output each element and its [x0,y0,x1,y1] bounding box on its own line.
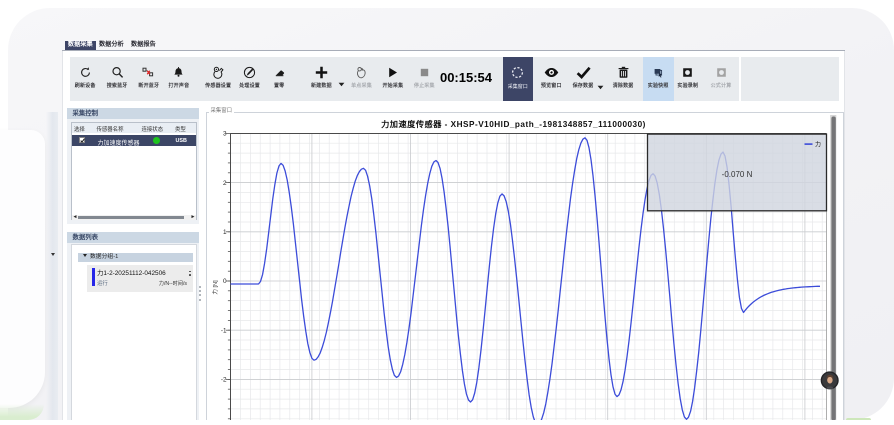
svg-text:3: 3 [222,130,226,137]
svg-text:2: 2 [222,179,226,186]
svg-text:-0.070 N: -0.070 N [721,170,752,179]
svg-text:-1: -1 [220,327,226,334]
svg-text:力: 力 [815,140,821,148]
svg-text:1: 1 [222,229,226,236]
svg-text:力 [N]: 力 [N] [211,279,219,294]
svg-text:0: 0 [222,278,226,285]
svg-text:力加速度传感器 - XHSP-V10HID_path_-19: 力加速度传感器 - XHSP-V10HID_path_-1981348857_1… [381,119,646,129]
svg-text:-2: -2 [220,376,226,383]
